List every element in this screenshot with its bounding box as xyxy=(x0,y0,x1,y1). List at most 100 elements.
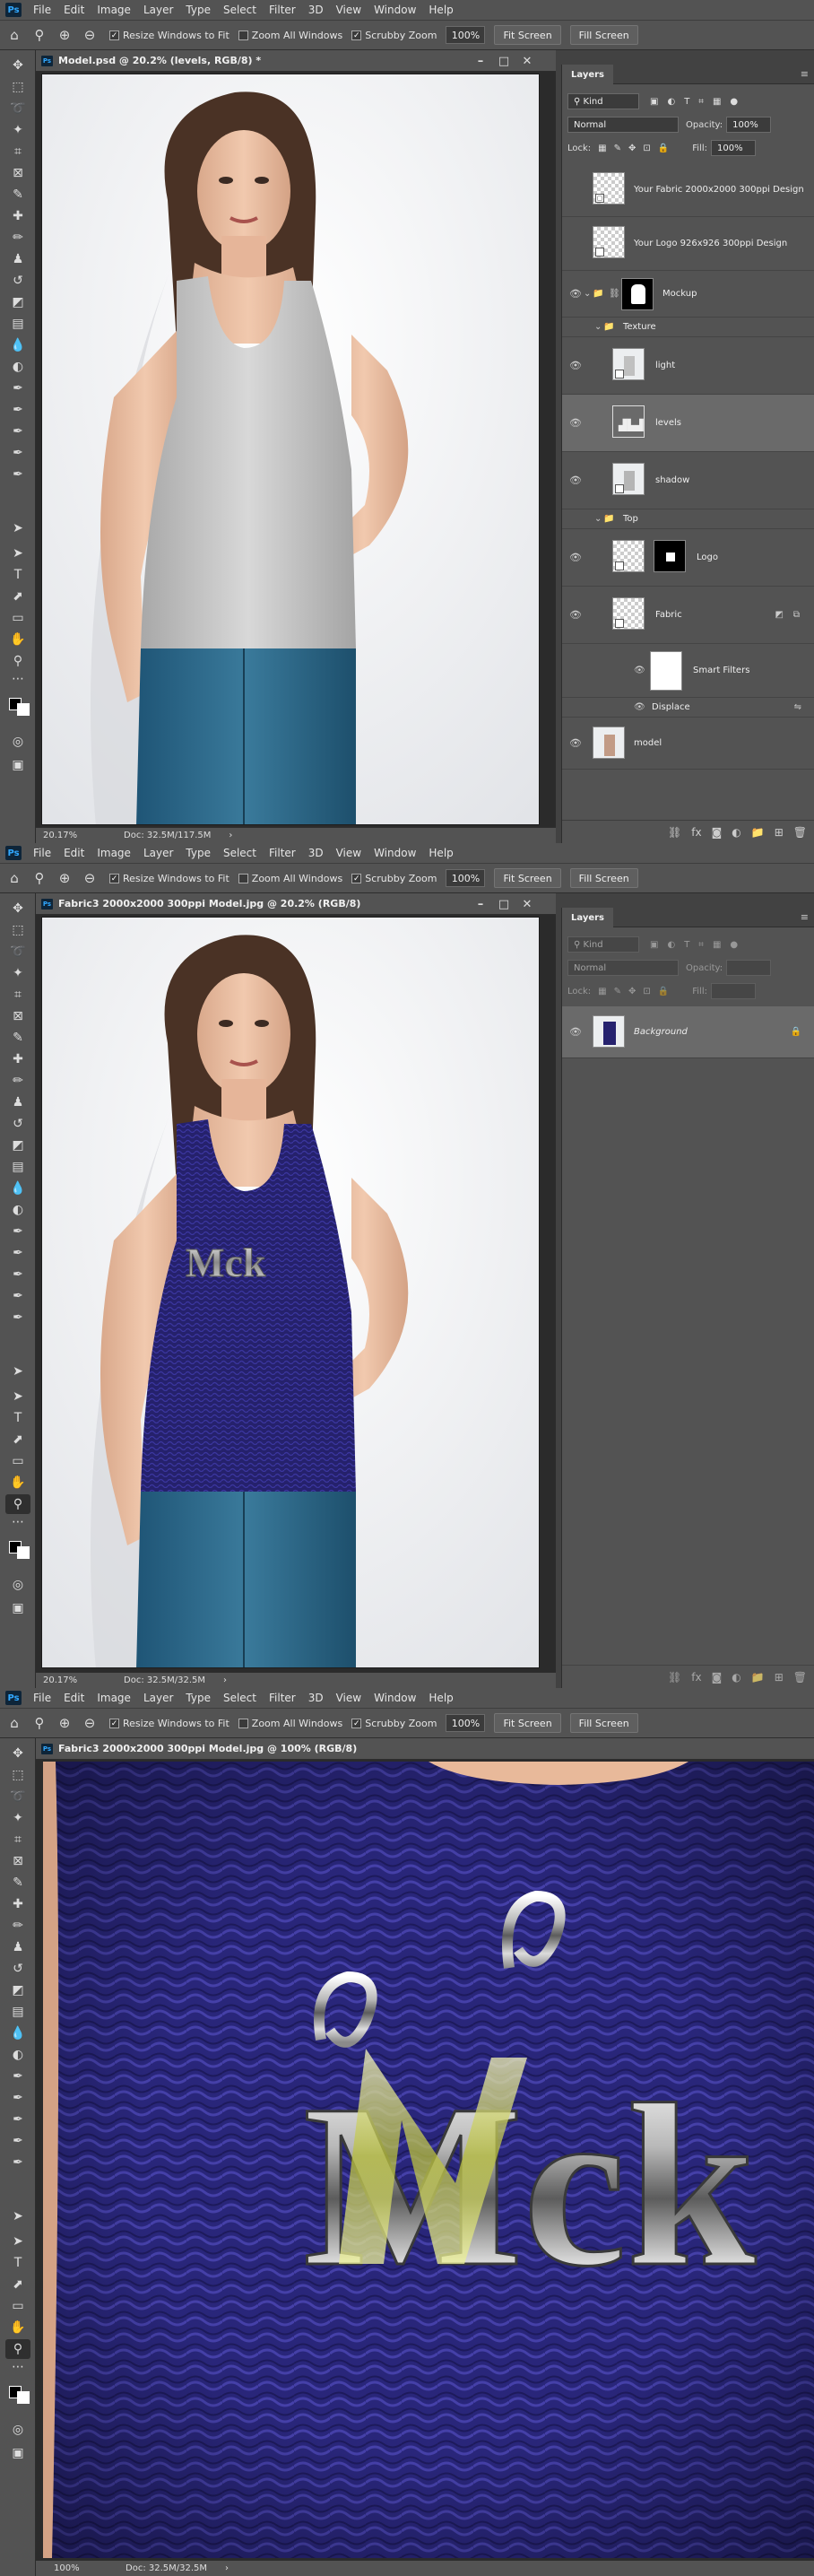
status-arrow-icon[interactable]: › xyxy=(225,2563,229,2573)
screen-mode-icon[interactable]: ▣ xyxy=(5,755,30,775)
quick-mask-icon[interactable]: ◎ xyxy=(5,732,30,752)
frame-tool-icon[interactable]: ⊠ xyxy=(5,163,30,183)
pen-tool-2-icon[interactable]: ✒ xyxy=(5,1243,30,1263)
quick-mask-icon[interactable]: ◎ xyxy=(5,2420,30,2440)
fill-screen-button[interactable]: Fill Screen xyxy=(569,25,638,45)
more-tools-icon[interactable]: ⋯ xyxy=(5,1512,30,1532)
frame-tool-icon[interactable]: ⊠ xyxy=(5,1006,30,1026)
menu-type[interactable]: Type xyxy=(179,847,217,859)
filter-pixel-icon[interactable]: ▣ xyxy=(650,97,658,107)
history-brush-icon[interactable]: ↺ xyxy=(5,1114,30,1134)
eraser-icon[interactable]: ◩ xyxy=(5,1980,30,2000)
magic-wand-icon[interactable]: ✦ xyxy=(5,120,30,140)
pen-tool-3-icon[interactable]: ✒ xyxy=(5,2110,30,2129)
filter-smart-icon[interactable]: ▦ xyxy=(713,940,721,950)
blur-tool-icon[interactable]: 💧 xyxy=(5,2023,30,2043)
panel-menu-icon[interactable]: ≡ xyxy=(801,911,809,923)
clone-stamp-icon[interactable]: ♟ xyxy=(5,249,30,269)
zoom-tool-sel-icon[interactable]: ⚲ xyxy=(5,651,30,671)
pen-tool-4-icon[interactable]: ✒ xyxy=(5,2131,30,2151)
menu-layer[interactable]: Layer xyxy=(137,847,179,859)
fill-screen-button[interactable]: Fill Screen xyxy=(569,868,638,888)
lock-all-icon[interactable]: 🔒 xyxy=(658,987,669,996)
layer-style-icon[interactable]: fx xyxy=(691,1671,701,1684)
filter-kind-select[interactable]: ⚲ Kind xyxy=(567,93,639,109)
scrubby-zoom-checkbox[interactable]: ✓ Scrubby Zoom xyxy=(351,873,437,884)
filter-pixel-icon[interactable]: ▣ xyxy=(650,940,658,950)
delete-layer-icon[interactable]: 🗑 xyxy=(793,1671,807,1684)
lasso-tool-icon[interactable]: ➰ xyxy=(5,1787,30,1806)
scrubby-zoom-checkbox[interactable]: ✓ Scrubby Zoom xyxy=(351,30,437,41)
menu-help[interactable]: Help xyxy=(422,847,459,859)
clone-stamp-icon[interactable]: ♟ xyxy=(5,1937,30,1957)
chevron-down-icon[interactable]: ⌄ xyxy=(594,322,602,332)
pointer-icon[interactable]: ➤ xyxy=(5,1362,30,1381)
minimize-icon[interactable]: – xyxy=(470,50,491,72)
pen-tool-2-icon[interactable]: ✒ xyxy=(5,400,30,420)
path-selection-icon[interactable]: ➤ xyxy=(5,544,30,563)
lock-artboard-icon[interactable]: ⊡ xyxy=(643,987,650,996)
menu-help[interactable]: Help xyxy=(422,4,459,16)
healing-brush-icon[interactable]: ✚ xyxy=(5,206,30,226)
hand-tool-icon[interactable]: ✋ xyxy=(5,630,30,649)
close-icon[interactable]: ✕ xyxy=(516,893,538,915)
lock-transparent-icon[interactable]: ▦ xyxy=(598,144,606,153)
close-icon[interactable]: ✕ xyxy=(516,50,538,72)
resize-windows-checkbox[interactable]: ✓ Resize Windows to Fit xyxy=(109,30,229,41)
move-tool-icon[interactable]: ✥ xyxy=(5,1744,30,1763)
pointer-icon[interactable]: ➤ xyxy=(5,2206,30,2226)
filter-shape-icon[interactable]: ⌗ xyxy=(698,97,704,107)
zoom-in-icon[interactable]: ⊕ xyxy=(54,1712,75,1734)
zoom-value-field[interactable]: 100% xyxy=(446,1714,486,1732)
lock-pixels-icon[interactable]: ✎ xyxy=(614,144,621,153)
menu-edit[interactable]: Edit xyxy=(57,847,91,859)
menu-layer[interactable]: Layer xyxy=(137,4,179,16)
photoshop-logo-icon[interactable]: Ps xyxy=(5,846,22,860)
chevron-down-icon[interactable]: ⌄ xyxy=(594,514,602,524)
menu-layer[interactable]: Layer xyxy=(137,1692,179,1704)
pen-tool-3-icon[interactable]: ✒ xyxy=(5,1265,30,1284)
blur-tool-icon[interactable]: 💧 xyxy=(5,1179,30,1198)
fill-screen-button[interactable]: Fill Screen xyxy=(569,1713,638,1733)
color-swatch-icon[interactable] xyxy=(5,1539,30,1559)
more-tools-icon[interactable]: ⋯ xyxy=(5,2357,30,2377)
lock-position-icon[interactable]: ✥ xyxy=(628,144,636,153)
maximize-icon[interactable]: □ xyxy=(493,893,515,915)
screen-mode-icon[interactable]: ▣ xyxy=(5,2443,30,2463)
move-tool-icon[interactable]: ✥ xyxy=(5,56,30,75)
menu-file[interactable]: File xyxy=(27,4,57,16)
layer-row[interactable]: ▢ Your Fabric 2000x2000 300ppi Design xyxy=(562,163,814,217)
pen-tool-5-icon[interactable]: ✒ xyxy=(5,2153,30,2172)
zoom-value-field[interactable]: 100% xyxy=(446,869,486,887)
pen-tool-5-icon[interactable]: ✒ xyxy=(5,465,30,484)
visibility-eye-icon[interactable]: 👁 xyxy=(634,666,645,675)
type-tool-icon[interactable]: T xyxy=(5,565,30,585)
menu-file[interactable]: File xyxy=(27,1692,57,1704)
zoom-all-windows-checkbox[interactable]: Zoom All Windows xyxy=(238,1718,342,1729)
menu-view[interactable]: View xyxy=(330,4,368,16)
path-selection-icon[interactable]: ➤ xyxy=(5,2232,30,2251)
menu-select[interactable]: Select xyxy=(217,1692,263,1704)
home-icon[interactable]: ⌂ xyxy=(4,867,25,889)
status-zoom[interactable]: 100% xyxy=(54,2563,126,2573)
healing-brush-icon[interactable]: ✚ xyxy=(5,1049,30,1069)
filter-adjustment-icon[interactable]: ◐ xyxy=(667,97,675,107)
add-mask-icon[interactable]: ◙ xyxy=(712,1671,723,1684)
document-tab[interactable]: Ps Fabric3 2000x2000 300ppi Model.jpg @ … xyxy=(36,893,556,915)
visibility-eye-icon[interactable]: 👁 xyxy=(634,702,645,712)
brush-tool-icon[interactable]: ✏ xyxy=(5,228,30,248)
layer-row[interactable]: 👁 light xyxy=(562,337,814,395)
layers-tab[interactable]: Layers xyxy=(562,65,613,84)
blend-mode-select[interactable]: Normal xyxy=(567,960,679,976)
chevron-down-icon[interactable]: ⌄ xyxy=(584,289,591,299)
visibility-eye-icon[interactable]: 👁 xyxy=(569,1026,582,1038)
filter-type-icon[interactable]: T xyxy=(684,97,689,107)
healing-brush-icon[interactable]: ✚ xyxy=(5,1894,30,1914)
zoom-tool-icon[interactable]: ⚲ xyxy=(29,1712,50,1734)
menu-select[interactable]: Select xyxy=(217,847,263,859)
opacity-field[interactable]: 100% xyxy=(726,117,772,133)
dodge-tool-icon[interactable]: ◐ xyxy=(5,1200,30,1220)
fit-screen-button[interactable]: Fit Screen xyxy=(494,1713,561,1733)
zoom-in-icon[interactable]: ⊕ xyxy=(54,867,75,889)
brush-tool-icon[interactable]: ✏ xyxy=(5,1071,30,1091)
